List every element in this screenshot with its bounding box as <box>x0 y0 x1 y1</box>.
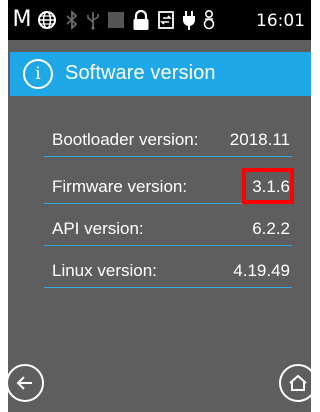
usb-icon <box>84 9 102 31</box>
home-button[interactable] <box>279 364 311 402</box>
version-row-api: API version: 6.2.2 <box>44 210 292 246</box>
power-plug-icon <box>180 8 198 32</box>
row-divider <box>44 245 292 246</box>
lock-icon <box>131 8 151 32</box>
version-value: 4.19.49 <box>233 261 290 280</box>
page-title: Software version <box>65 62 216 84</box>
version-label: Linux version: <box>52 261 157 280</box>
sync-icon <box>156 8 176 32</box>
version-row-bootloader: Bootloader version: 2018.11 <box>44 121 292 157</box>
audio-icon <box>201 8 217 32</box>
globe-icon <box>36 9 58 31</box>
device-screen: M 16:01 i Software version Bootloader ve… <box>8 0 311 412</box>
version-row-linux: Linux version: 4.19.49 <box>44 252 292 288</box>
back-button[interactable] <box>8 364 44 402</box>
header-bar: i Software version <box>10 52 311 96</box>
signal-icon <box>106 9 126 31</box>
back-arrow-icon <box>16 376 32 390</box>
bluetooth-icon <box>64 9 80 31</box>
version-label: API version: <box>52 219 144 238</box>
home-icon <box>289 374 307 391</box>
version-value: 6.2.2 <box>252 219 290 238</box>
version-label: Firmware version: <box>52 177 188 196</box>
version-value: 2018.11 <box>229 130 290 149</box>
version-label: Bootloader version: <box>52 130 199 149</box>
info-icon[interactable]: i <box>23 59 53 89</box>
row-divider <box>44 156 292 157</box>
row-divider <box>44 287 292 288</box>
mode-indicator: M <box>12 7 32 32</box>
status-bar: M 16:01 <box>8 0 311 40</box>
firmware-highlight-box <box>242 168 294 204</box>
clock: 16:01 <box>256 11 305 31</box>
